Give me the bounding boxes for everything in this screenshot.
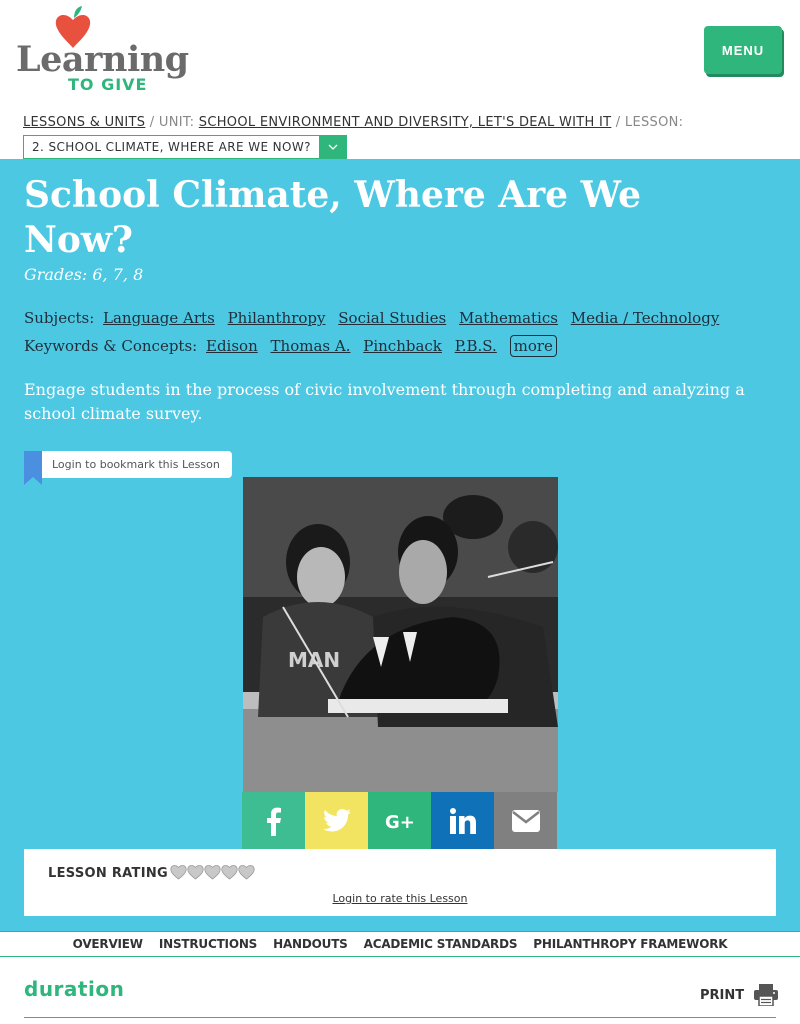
breadcrumb-unit-link[interactable]: SCHOOL ENVIRONMENT AND DIVERSITY, LET'S … <box>199 115 612 130</box>
twitter-icon <box>322 809 351 832</box>
tab-philanthropy-framework[interactable]: PHILANTHROPY FRAMEWORK <box>533 937 727 951</box>
keywords-label: Keywords & Concepts: <box>24 337 198 355</box>
google-plus-icon: G+ <box>385 812 415 831</box>
keyword-link-thomas-a[interactable]: Thomas A. <box>271 337 351 355</box>
heart-icon[interactable] <box>204 864 221 880</box>
more-keywords-button[interactable]: more <box>509 335 557 357</box>
lesson-rating-panel: LESSON RATING Login to rate this Lesson <box>24 849 776 916</box>
heart-icon[interactable] <box>170 864 187 880</box>
subject-link-philanthropy[interactable]: Philanthropy <box>228 309 326 327</box>
subject-link-mathematics[interactable]: Mathematics <box>459 309 558 327</box>
rate-login-link[interactable]: Login to rate this Lesson <box>24 892 776 905</box>
keyword-link-pinchback[interactable]: Pinchback <box>363 337 442 355</box>
chevron-down-icon[interactable] <box>318 135 347 159</box>
subject-link-media-technology[interactable]: Media / Technology <box>571 309 720 327</box>
email-icon <box>511 809 540 832</box>
lesson-select-dropdown[interactable]: 2. SCHOOL CLIMATE, WHERE ARE WE NOW? <box>23 135 347 159</box>
lesson-select-value[interactable]: 2. SCHOOL CLIMATE, WHERE ARE WE NOW? <box>23 135 319 159</box>
lesson-description: Engage students in the process of civic … <box>24 380 745 423</box>
students-photo-illustration: MAN <box>243 477 558 792</box>
logo-wordmark-learning: Learning <box>16 39 189 80</box>
subjects-row: Subjects: Language Arts Philanthropy Soc… <box>24 309 723 327</box>
keyword-link-pbs[interactable]: P.B.S. <box>455 337 497 355</box>
facebook-share-button[interactable] <box>242 792 305 849</box>
lesson-hero: School Climate, Where Are We Now? Grades… <box>0 159 800 931</box>
linkedin-icon <box>449 807 476 834</box>
logo-wordmark-to-give: TO GIVE <box>68 75 148 94</box>
share-bar: G+ <box>242 792 557 849</box>
heart-icon[interactable] <box>221 864 238 880</box>
breadcrumb-separator-lesson: / LESSON: <box>611 115 684 130</box>
subject-link-social-studies[interactable]: Social Studies <box>338 309 446 327</box>
linkedin-share-button[interactable] <box>431 792 494 849</box>
print-label: PRINT <box>700 987 745 1003</box>
svg-text:G+: G+ <box>385 812 415 831</box>
twitter-share-button[interactable] <box>305 792 368 849</box>
google-plus-share-button[interactable]: G+ <box>368 792 431 849</box>
breadcrumb: LESSONS & UNITS / UNIT: SCHOOL ENVIRONME… <box>23 115 783 130</box>
site-header: Learning TO GIVE MENU <box>0 0 800 112</box>
page-title: School Climate, Where Are We Now? <box>24 174 641 261</box>
menu-button[interactable]: MENU <box>704 26 782 74</box>
section-divider <box>24 1017 776 1018</box>
subject-link-language-arts[interactable]: Language Arts <box>103 309 215 327</box>
tab-handouts[interactable]: HANDOUTS <box>273 937 348 951</box>
bookmark-login-button[interactable]: Login to bookmark this Lesson <box>42 451 232 478</box>
keywords-row: Keywords & Concepts: Edison Thomas A. Pi… <box>24 335 557 357</box>
subjects-label: Subjects: <box>24 309 95 327</box>
bookmark-icon <box>24 451 42 485</box>
lesson-section-tabs: OVERVIEW INSTRUCTIONS HANDOUTS ACADEMIC … <box>0 931 800 957</box>
tab-academic-standards[interactable]: ACADEMIC STANDARDS <box>364 937 518 951</box>
heart-icon[interactable] <box>187 864 204 880</box>
printer-icon <box>754 984 779 1006</box>
rating-hearts[interactable] <box>170 864 255 880</box>
learning-to-give-logo[interactable]: Learning TO GIVE <box>16 6 189 94</box>
keyword-link-edison[interactable]: Edison <box>206 337 258 355</box>
tab-instructions[interactable]: INSTRUCTIONS <box>159 937 257 951</box>
lesson-photo: MAN <box>243 477 558 792</box>
heart-icon[interactable] <box>238 864 255 880</box>
section-heading-duration: duration <box>24 977 125 1001</box>
email-share-button[interactable] <box>494 792 557 849</box>
breadcrumb-separator-unit: / UNIT: <box>145 115 199 130</box>
print-button[interactable]: PRINT <box>700 984 779 1006</box>
tab-overview[interactable]: OVERVIEW <box>73 937 143 951</box>
facebook-icon <box>266 807 281 836</box>
lesson-rating-label: LESSON RATING <box>48 866 168 881</box>
breadcrumb-lessons-units-link[interactable]: LESSONS & UNITS <box>23 115 145 130</box>
grades-label: Grades: 6, 7, 8 <box>24 265 144 284</box>
